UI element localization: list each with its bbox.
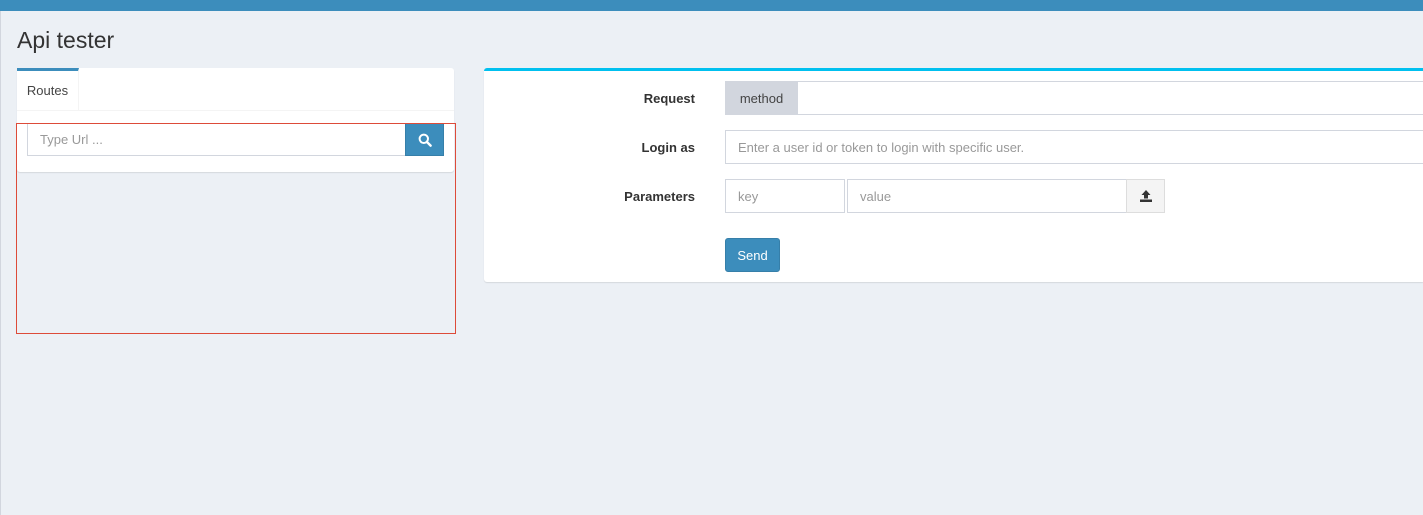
request-label: Request xyxy=(643,91,695,106)
search-icon xyxy=(418,133,432,147)
upload-button[interactable] xyxy=(1126,179,1165,213)
tab-routes[interactable]: Routes xyxy=(17,68,79,110)
route-search-input[interactable] xyxy=(27,123,405,156)
page-title: Api tester xyxy=(17,27,115,53)
login-input[interactable] xyxy=(725,130,1423,164)
top-navbar xyxy=(0,0,1423,11)
request-url-input[interactable] xyxy=(798,81,1423,115)
param-key-input[interactable] xyxy=(725,179,845,213)
routes-tabs: Routes xyxy=(17,68,454,111)
parameters-label: Parameters xyxy=(624,189,695,204)
upload-icon xyxy=(1139,190,1152,202)
routes-panel: Routes xyxy=(17,68,454,172)
search-button[interactable] xyxy=(405,123,444,156)
send-button[interactable]: Send xyxy=(725,238,780,272)
request-panel: Request method Login as Parameters Send xyxy=(484,68,1423,282)
method-selector[interactable]: method xyxy=(725,81,798,115)
sidebar-edge xyxy=(0,11,1,515)
param-value-input[interactable] xyxy=(847,179,1127,213)
login-label: Login as xyxy=(641,140,695,155)
route-search xyxy=(27,123,444,156)
